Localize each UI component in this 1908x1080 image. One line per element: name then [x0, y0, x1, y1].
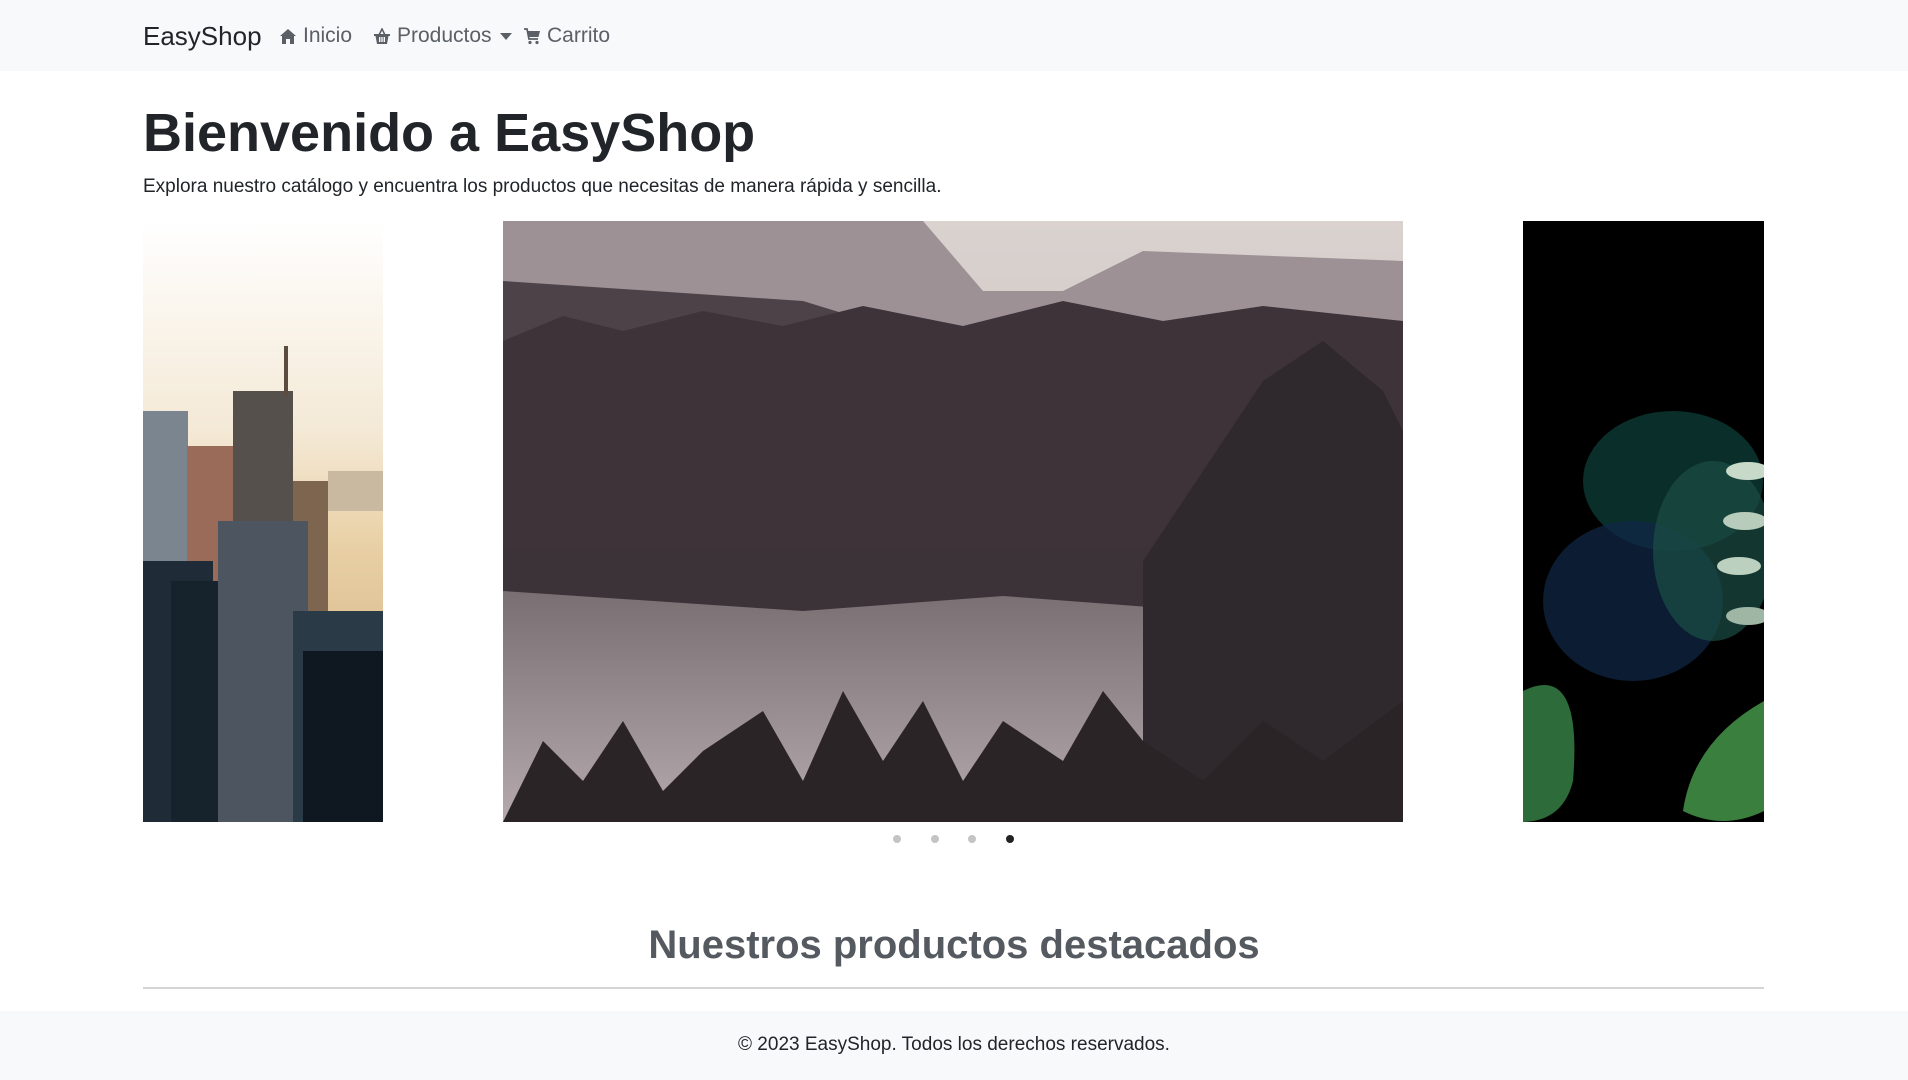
chevron-down-icon: [499, 32, 512, 40]
page-title: Bienvenido a EasyShop: [143, 103, 756, 163]
basket-icon: [373, 27, 391, 45]
footer: © 2023 EasyShop. Todos los derechos rese…: [0, 1011, 1908, 1080]
page-subtitle: Explora nuestro catálogo y encuentra los…: [143, 176, 942, 197]
nav-item-label: Productos: [397, 24, 492, 47]
home-icon: [279, 28, 297, 45]
nav-item-label: Inicio: [303, 24, 353, 47]
carousel-indicator-1[interactable]: [893, 835, 901, 843]
carousel-slide-plant[interactable]: [1523, 221, 1764, 822]
navbar: EasyShop Inicio Productos Carrito: [0, 0, 1908, 71]
nav-item-label: Carrito: [547, 24, 611, 47]
carousel-indicator-3[interactable]: [968, 835, 976, 843]
carousel-slide-forest-lake[interactable]: [503, 221, 1403, 822]
nav-item-carrito[interactable]: Carrito: [523, 22, 610, 50]
cart-icon: [523, 27, 541, 45]
nav-item-productos[interactable]: Productos: [373, 22, 512, 50]
carousel-indicators: [0, 833, 1908, 845]
brand-logo-link[interactable]: EasyShop: [143, 20, 262, 52]
divider: [143, 987, 1764, 989]
carousel-indicator-2[interactable]: [931, 835, 939, 843]
featured-products-title: Nuestros productos destacados: [648, 923, 1260, 967]
carousel-indicator-4[interactable]: [1006, 835, 1014, 843]
footer-copyright: © 2023 EasyShop. Todos los derechos rese…: [738, 1034, 1170, 1055]
nav-item-inicio[interactable]: Inicio: [279, 22, 352, 50]
carousel-slide-city[interactable]: [143, 221, 383, 822]
